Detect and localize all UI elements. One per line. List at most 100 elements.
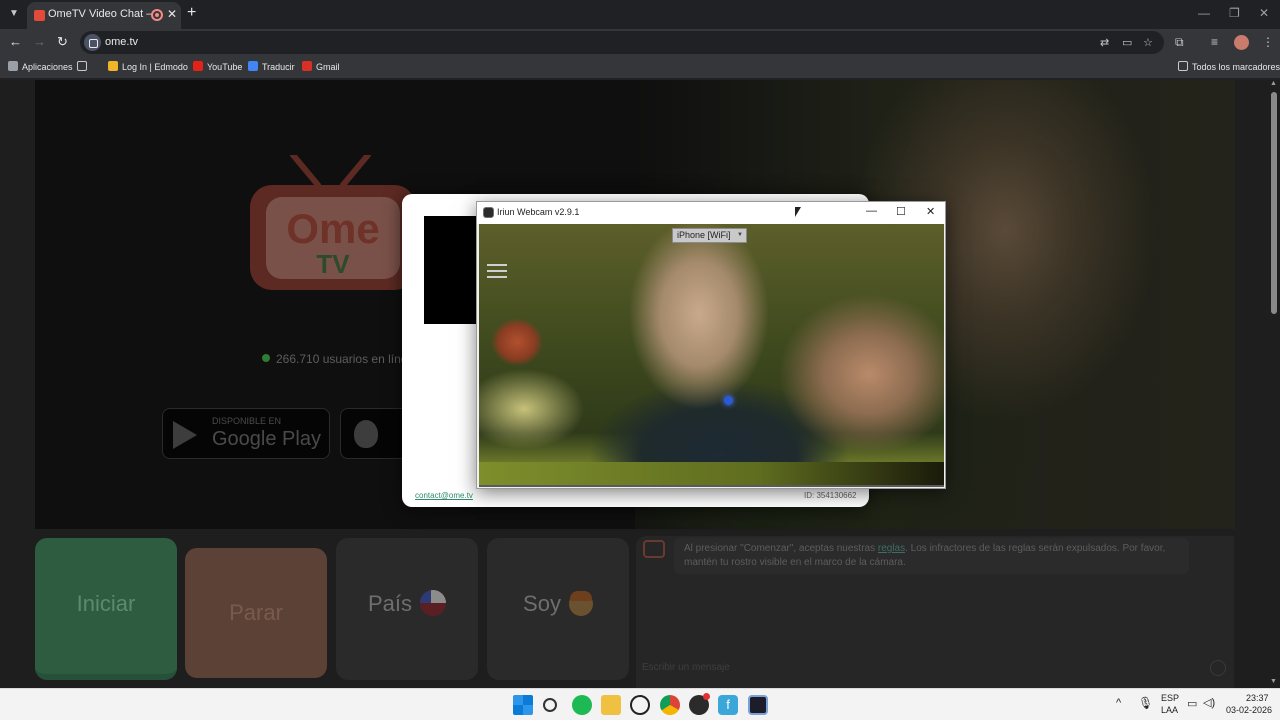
back-button[interactable]: ← [9, 34, 22, 49]
cast-icon[interactable]: ▭ [1122, 36, 1132, 49]
start-button[interactable]: Iniciar [35, 538, 177, 680]
new-tab-button[interactable]: + [187, 4, 196, 22]
bookmark-edmodo[interactable]: Log In | Edmodo [108, 61, 188, 72]
reload-button[interactable]: ↻ [57, 34, 68, 50]
browser-menu-icon[interactable]: ⋮ [1262, 35, 1274, 49]
apple-icon [354, 420, 378, 448]
edmodo-icon [108, 61, 118, 71]
extensions-icon[interactable]: ⧉ [1175, 35, 1184, 50]
file-explorer-icon[interactable] [601, 695, 621, 715]
profile-avatar[interactable] [1234, 35, 1249, 50]
network-icon[interactable]: ▭ [1187, 697, 1197, 710]
google-play-badge[interactable]: DISPONIBLE EN Google Play [162, 408, 330, 459]
chatgpt-icon[interactable] [630, 695, 650, 715]
mouse-cursor-icon [795, 207, 801, 217]
maximize-window-button[interactable]: ❐ [1229, 6, 1240, 20]
language-bottom[interactable]: LAA [1161, 705, 1178, 715]
tray-overflow-chevron-icon[interactable]: ^ [1116, 697, 1121, 709]
iriun-webcam-window: Iriun Webcam v2.9.1 — ☐ ✕ iPhone [WiFi] ▼ [476, 201, 946, 489]
tab-title: OmeTV Video Chat — Ome [48, 8, 152, 20]
google-play-big-text: Google Play [212, 428, 321, 450]
online-users-count: 266.710 usuarios en línea [276, 352, 415, 366]
apps-grid-icon [8, 61, 18, 71]
country-button[interactable]: País [336, 538, 478, 680]
chile-flag-icon [420, 590, 447, 616]
stop-button[interactable]: Parar [185, 548, 327, 678]
bookmark-gmail[interactable]: Gmail [302, 61, 340, 72]
tab-search-chevron-icon[interactable]: ▼ [6, 6, 22, 22]
bookmark-all-folder[interactable]: Todos los marcadores [1178, 61, 1280, 72]
ometv-favicon-icon [34, 10, 45, 21]
google-play-icon [173, 421, 197, 449]
folder-icon [1178, 61, 1188, 71]
scroll-up-icon[interactable]: ▲ [1270, 80, 1277, 87]
tab-strip: ▼ OmeTV Video Chat — Ome ✕ + — ❐ ✕ [0, 0, 1280, 29]
bookmark-tab-grid[interactable] [77, 61, 91, 72]
scroll-thumb[interactable] [1271, 92, 1277, 314]
microphone-icon[interactable]: 🎙 [1138, 696, 1153, 710]
gender-button[interactable]: Soy [487, 538, 629, 680]
browser-toolbar: ← → ↻ ome.tv ⇄ ▭ ☆ ⧉ ≡ ⋮ [0, 29, 1280, 56]
spotify-icon[interactable] [572, 695, 592, 715]
hamburger-menu-icon[interactable] [487, 264, 507, 278]
user-id: ID: 354130662 [804, 491, 857, 500]
iriun-titlebar[interactable]: Iriun Webcam v2.9.1 — ☐ ✕ [477, 202, 945, 224]
svg-text:TV: TV [316, 249, 350, 279]
chat-rules-message: Al presionar "Comenzar", aceptas nuestra… [674, 538, 1189, 574]
ometv-chat-avatar-icon [643, 540, 665, 558]
iriun-icon[interactable] [748, 695, 768, 715]
iriun-minimize-button[interactable]: — [866, 205, 877, 217]
emoji-icon[interactable] [1210, 660, 1226, 676]
chrome-icon[interactable] [660, 695, 680, 715]
minimize-window-button[interactable]: — [1198, 6, 1210, 20]
forward-button[interactable]: → [33, 34, 46, 49]
volume-icon[interactable]: ◁) [1203, 696, 1215, 709]
tab-grid-icon [77, 61, 87, 71]
boy-emoji-icon [568, 591, 593, 616]
bookmarks-bar: Aplicaciones Log In | Edmodo YouTube Tra… [0, 56, 1280, 79]
tab-close-icon[interactable]: ✕ [167, 7, 177, 21]
translate-icon [248, 61, 258, 71]
site-info-icon[interactable] [84, 34, 101, 51]
youtube-icon [193, 61, 203, 71]
chat-message-input[interactable]: Escribir un mensaje [642, 662, 730, 673]
gmail-icon [302, 61, 312, 71]
chat-panel: Al presionar "Comenzar", aceptas nuestra… [636, 536, 1234, 688]
windows-start-icon[interactable] [513, 695, 533, 715]
online-status-dot [262, 354, 270, 362]
iriun-window-title: Iriun Webcam v2.9.1 [497, 207, 580, 217]
contact-link[interactable]: contact@ome.tv [415, 491, 473, 500]
bookmark-traducir[interactable]: Traducir [248, 61, 295, 72]
recording-badge-icon [703, 693, 710, 700]
windows-taskbar: f ^ 🎙 ESP LAA ▭ ◁) 23:37 03-02-2026 [0, 688, 1280, 720]
clock-date[interactable]: 03-02-2026 [1226, 705, 1272, 715]
tab-ometv[interactable]: OmeTV Video Chat — Ome ✕ [27, 2, 181, 29]
translate-page-icon[interactable]: ⇄ [1100, 36, 1109, 49]
scroll-down-icon[interactable]: ▼ [1270, 678, 1277, 685]
language-top[interactable]: ESP [1161, 693, 1179, 703]
bookmark-apps[interactable]: Aplicaciones [8, 61, 73, 72]
video-bottom-band [479, 462, 944, 485]
webcam-video-feed: iPhone [WiFi] ▼ [479, 224, 944, 487]
clock-time[interactable]: 23:37 [1246, 693, 1269, 703]
iriun-app-icon [483, 207, 494, 218]
chevron-down-icon: ▼ [737, 232, 743, 238]
ometv-logo: Ome TV [250, 155, 416, 290]
address-bar[interactable]: ome.tv ⇄ ▭ ☆ [80, 31, 1164, 54]
bookmark-youtube[interactable]: YouTube [193, 61, 242, 72]
bookmark-star-icon[interactable]: ☆ [1143, 36, 1153, 49]
iriun-maximize-button[interactable]: ☐ [896, 205, 906, 218]
search-icon[interactable] [543, 698, 557, 712]
recording-indicator-icon [151, 9, 163, 21]
iriun-close-button[interactable]: ✕ [926, 205, 935, 218]
rules-link[interactable]: reglas [878, 543, 905, 554]
svg-text:Ome: Ome [286, 205, 379, 252]
close-window-button[interactable]: ✕ [1259, 6, 1269, 20]
app-f-icon[interactable]: f [718, 695, 738, 715]
page-scrollbar[interactable]: ▲ ▼ [1268, 80, 1280, 688]
reading-list-icon[interactable]: ≡ [1211, 35, 1218, 49]
camera-preview [424, 216, 484, 324]
url-text[interactable]: ome.tv [105, 36, 138, 48]
device-selector[interactable]: iPhone [WiFi] ▼ [672, 228, 747, 243]
focus-point-icon [724, 396, 733, 405]
